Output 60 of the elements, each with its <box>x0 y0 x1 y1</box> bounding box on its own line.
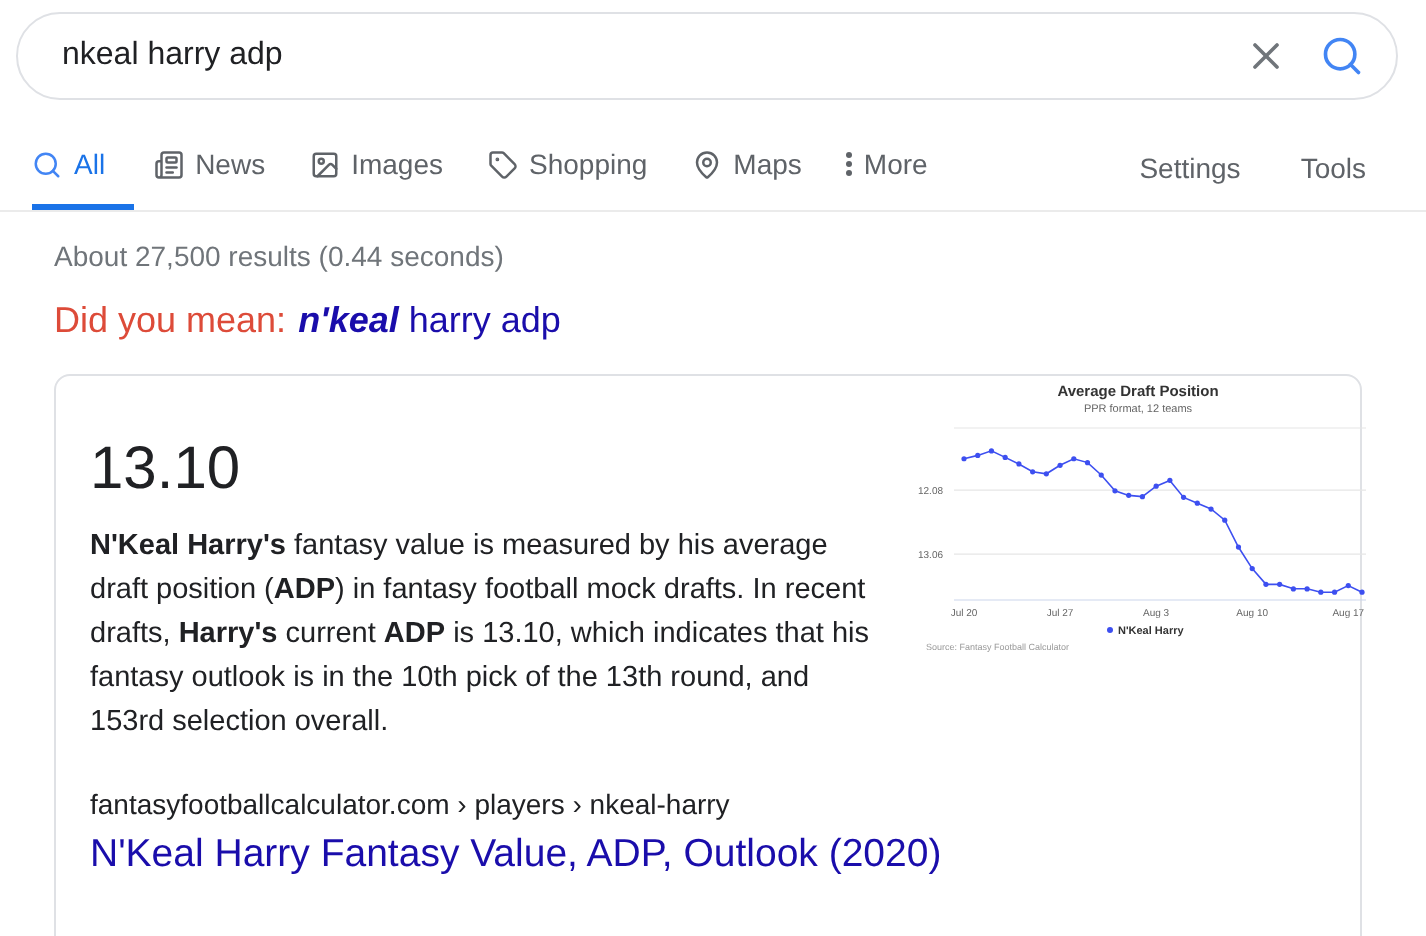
chart-point <box>1290 586 1296 592</box>
chart-point <box>1139 494 1145 500</box>
chart-point <box>1084 460 1091 466</box>
chart-point <box>1043 471 1049 477</box>
chart-point <box>1057 462 1063 468</box>
tag-icon <box>487 149 517 179</box>
chart-point <box>1181 494 1187 500</box>
chart-point <box>1359 589 1365 595</box>
search-tab[interactable]: News <box>153 124 290 210</box>
search-tab[interactable]: Images <box>309 124 467 210</box>
image-icon <box>309 149 340 179</box>
chart-point <box>1153 483 1159 489</box>
chart-point <box>1318 589 1324 595</box>
chart-point <box>1277 581 1283 587</box>
chart-point <box>1331 589 1338 595</box>
chart-point <box>1194 500 1200 506</box>
correction-link[interactable]: n'keal harry adp <box>298 300 561 340</box>
chart-point <box>1016 461 1022 467</box>
search-tab[interactable]: More <box>845 124 952 210</box>
chart-point <box>1208 506 1214 512</box>
map-pin-icon <box>691 149 722 179</box>
chart-point <box>1167 477 1173 483</box>
newspaper-icon <box>153 149 184 179</box>
snippet-text: N'Keal Harry's fantasy value is measured by his average draft position (ADP) in fantasy football mock drafts. In recent drafts, Harry's current ADP is 13.10, which indicates that his fantasy outlook is in the 10th pick of the 13th round, and 153rd selection overall. <box>90 528 870 742</box>
search-tab[interactable]: Shopping <box>487 124 672 210</box>
chart-point <box>1098 472 1104 478</box>
tab-label: News <box>195 148 266 180</box>
search-icon <box>32 149 62 179</box>
chart-point <box>1304 586 1310 592</box>
tool-link[interactable]: Settings <box>1139 124 1241 210</box>
tab-label: More <box>863 148 928 180</box>
chart-point <box>1030 469 1036 475</box>
chart-point <box>1002 454 1008 461</box>
chart-point <box>1249 566 1255 572</box>
search-bar[interactable]: nkeal harry adp <box>16 12 1398 100</box>
search-tab[interactable]: Maps <box>691 124 826 210</box>
chart-point <box>1126 492 1132 498</box>
tab-label: Maps <box>733 148 802 180</box>
tab-label: Shopping <box>529 148 648 180</box>
chart-point <box>1263 581 1269 587</box>
did-you-mean-label: Did you mean: <box>54 300 287 340</box>
breadcrumb: fantasyfootballcalculator.com › players › nkeal-harry <box>90 788 732 820</box>
tool-link[interactable]: Tools <box>1300 124 1366 210</box>
search-input[interactable]: nkeal harry adp <box>58 36 1212 76</box>
more-icon <box>845 152 852 176</box>
tab-label: Images <box>351 148 443 180</box>
answer-value: 13.10 <box>90 436 243 504</box>
chart-point <box>1071 456 1077 462</box>
chart-point <box>1222 517 1228 523</box>
search-tab[interactable]: All <box>32 124 134 210</box>
result-stats: About 27,500 results (0.44 seconds) <box>54 240 506 272</box>
chart-point <box>961 456 967 462</box>
chart-point <box>1235 544 1242 550</box>
chart-point <box>975 452 981 459</box>
result-title-link[interactable]: N'Keal Harry Fantasy Value, ADP, Outlook (2020) <box>90 832 942 878</box>
chart-point <box>1112 488 1118 494</box>
tab-label: All <box>74 148 106 180</box>
chart-point <box>988 448 995 454</box>
search-icon[interactable] <box>1320 34 1364 78</box>
chart-point <box>1345 583 1351 589</box>
